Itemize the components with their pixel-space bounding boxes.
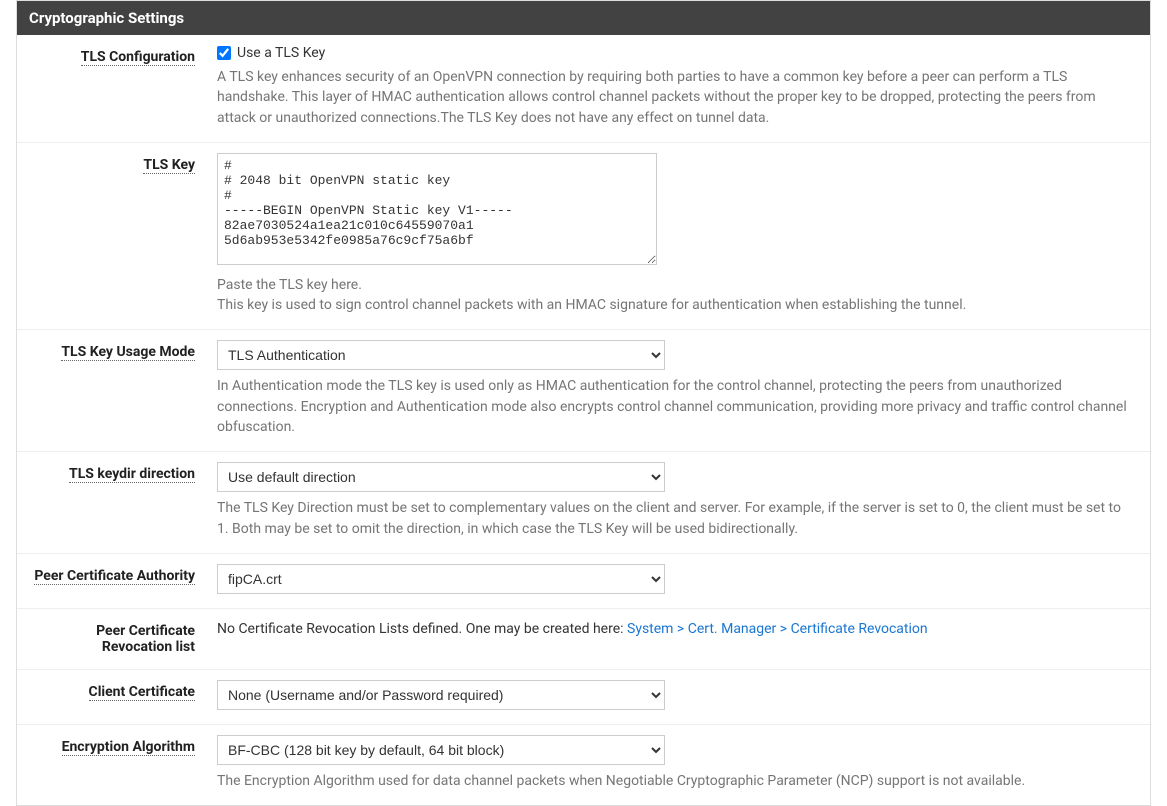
label-tls-configuration: TLS Configuration (17, 45, 207, 128)
label-tls-usage-mode: TLS Key Usage Mode (17, 340, 207, 437)
label-peer-ca: Peer Certificate Authority (17, 564, 207, 594)
label-client-cert: Client Certificate (17, 680, 207, 710)
panel-title: Cryptographic Settings (17, 1, 1150, 35)
client-cert-select[interactable]: None (Username and/or Password required) (217, 680, 665, 710)
tls-key-textarea[interactable] (217, 153, 657, 265)
label-tls-keydir: TLS keydir direction (17, 462, 207, 539)
row-client-cert: Client Certificate None (Username and/or… (17, 670, 1150, 725)
peer-ca-select[interactable]: fipCA.crt (217, 564, 665, 594)
label-tls-key: TLS Key (17, 153, 207, 316)
help-tls-usage-mode: In Authentication mode the TLS key is us… (217, 376, 1134, 437)
peer-crl-text-prefix: No Certificate Revocation Lists defined.… (217, 621, 627, 637)
row-encryption-algo: Encryption Algorithm BF-CBC (128 bit key… (17, 725, 1150, 805)
tls-usage-mode-select[interactable]: TLS Authentication (217, 340, 665, 370)
use-tls-key-checkbox[interactable] (217, 46, 231, 60)
help-tls-configuration: A TLS key enhances security of an OpenVP… (217, 67, 1134, 128)
row-peer-crl: Peer Certificate Revocation list No Cert… (17, 609, 1150, 670)
row-peer-ca: Peer Certificate Authority fipCA.crt (17, 554, 1150, 609)
cert-manager-link[interactable]: System > Cert. Manager > Certificate Rev… (627, 621, 928, 637)
row-tls-key: TLS Key Paste the TLS key here. This key… (17, 143, 1150, 331)
help-encryption-algo: The Encryption Algorithm used for data c… (217, 771, 1134, 791)
row-tls-usage-mode: TLS Key Usage Mode TLS Authentication In… (17, 330, 1150, 452)
tls-keydir-select[interactable]: Use default direction (217, 462, 665, 492)
row-tls-configuration: TLS Configuration Use a TLS Key A TLS ke… (17, 35, 1150, 143)
help-tls-key-2: This key is used to sign control channel… (217, 295, 1134, 315)
row-tls-keydir: TLS keydir direction Use default directi… (17, 452, 1150, 554)
tls-checkbox-wrapper[interactable]: Use a TLS Key (217, 45, 1134, 61)
peer-crl-text: No Certificate Revocation Lists defined.… (217, 619, 1134, 637)
help-tls-key-1: Paste the TLS key here. (217, 275, 1134, 295)
label-peer-crl: Peer Certificate Revocation list (17, 619, 207, 655)
help-tls-keydir: The TLS Key Direction must be set to com… (217, 498, 1134, 539)
label-encryption-algo: Encryption Algorithm (17, 735, 207, 791)
encryption-algo-select[interactable]: BF-CBC (128 bit key by default, 64 bit b… (217, 735, 665, 765)
cryptographic-settings-panel: Cryptographic Settings TLS Configuration… (16, 0, 1151, 806)
use-tls-key-checkbox-label: Use a TLS Key (237, 45, 325, 61)
